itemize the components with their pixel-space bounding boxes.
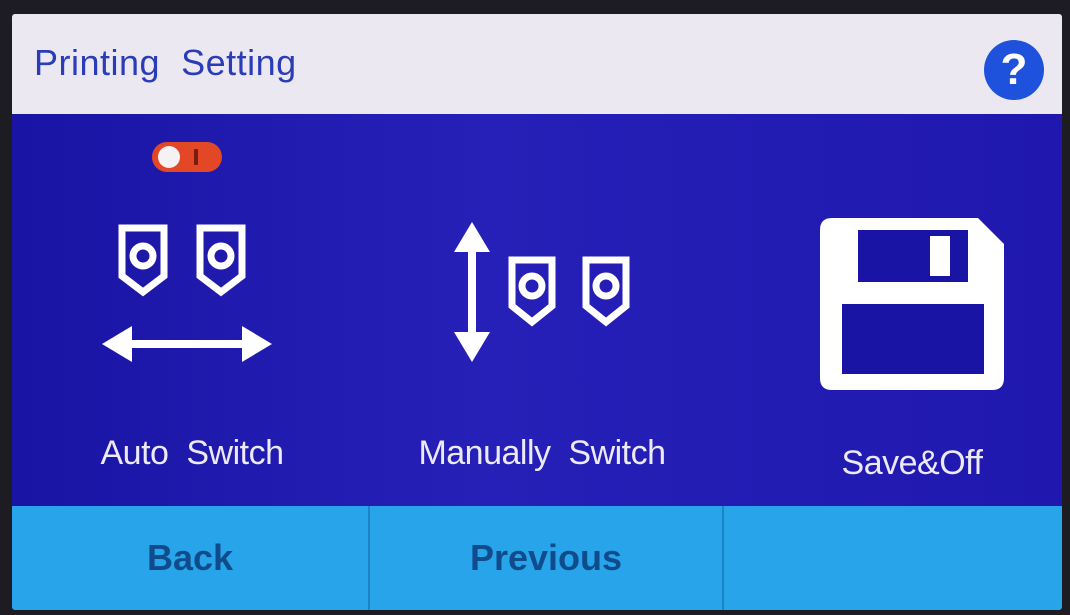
- page-title: Printing Setting: [34, 42, 297, 83]
- manual-switch-icon: [454, 222, 630, 362]
- title-bar: Printing Setting ?: [12, 14, 1062, 114]
- auto-switch-toggle[interactable]: [152, 142, 222, 172]
- blank-nav-button[interactable]: [724, 506, 1062, 610]
- auto-switch-label: Auto Switch: [100, 434, 284, 472]
- help-button[interactable]: ?: [984, 40, 1044, 100]
- settings-panel: Auto Switch Manually Switch Save&Off: [12, 114, 1062, 506]
- back-button[interactable]: Back: [12, 506, 368, 610]
- auto-switch-icon: [102, 224, 272, 362]
- save-and-off-label: Save&Off: [841, 444, 983, 482]
- printer-screen: Printing Setting ? Auto Switch Manually …: [12, 14, 1062, 610]
- auto-switch-option[interactable]: Auto Switch: [72, 114, 312, 506]
- save-and-off-option[interactable]: Save&Off: [792, 114, 1032, 506]
- manual-switch-label: Manually Switch: [418, 434, 666, 472]
- previous-button[interactable]: Previous: [370, 506, 722, 610]
- bottom-nav: Back Previous: [12, 506, 1062, 610]
- question-mark-icon: ?: [1000, 45, 1028, 94]
- toggle-knob: [158, 146, 180, 168]
- floppy-disk-icon: [820, 218, 1004, 390]
- toggle-on-mark: [194, 149, 198, 165]
- manual-switch-option[interactable]: Manually Switch: [392, 114, 692, 506]
